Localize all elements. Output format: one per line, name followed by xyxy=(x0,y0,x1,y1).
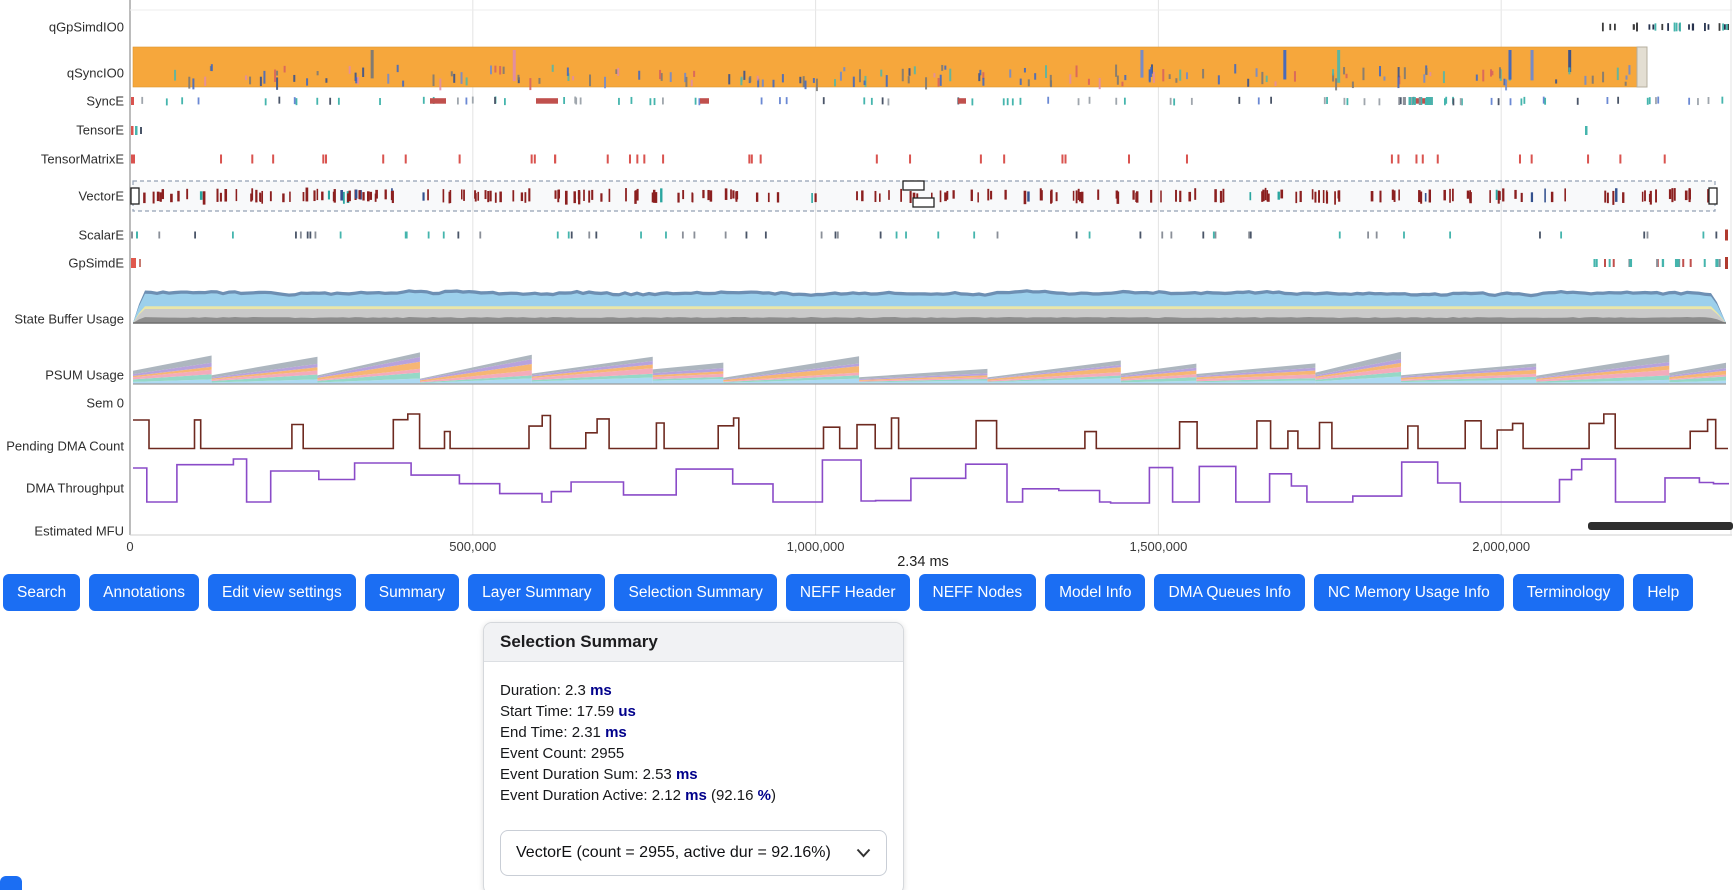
trace-psum-usage xyxy=(133,352,1726,384)
stat-text: Event Duration Sum: 2.53 xyxy=(500,766,676,783)
row-label-scalare: ScalarE xyxy=(78,228,124,243)
toolbar-button-model-info[interactable]: Model Info xyxy=(1045,574,1145,611)
stat-unit: % xyxy=(758,787,771,804)
toolbar-button-dma-queues-info[interactable]: DMA Queues Info xyxy=(1154,574,1304,611)
partial-button[interactable] xyxy=(0,876,22,890)
stat-text: Start Time: 17.59 xyxy=(500,703,618,720)
toolbar-button-summary[interactable]: Summary xyxy=(365,574,459,611)
summary-stat: Event Duration Active: 2.12 ms (92.16 %) xyxy=(500,785,887,806)
trace-tensormatrixe xyxy=(131,155,1666,164)
trace-vectore xyxy=(131,181,1717,211)
row-labels: qGpSimdIO0 qSyncIO0 SyncE TensorE TensorMatr… xyxy=(6,20,124,539)
stat-unit: ms xyxy=(685,787,707,804)
panel-title: Selection Summary xyxy=(484,623,903,662)
toolbar-button-annotations[interactable]: Annotations xyxy=(89,574,199,611)
row-label-sem-0: Sem 0 xyxy=(86,396,124,411)
x-axis-tick-label: 500,000 xyxy=(449,539,496,554)
toolbar-button-search[interactable]: Search xyxy=(3,574,80,611)
duration-label: 2.34 ms xyxy=(897,554,949,570)
chevron-down-icon xyxy=(856,848,871,858)
engine-select-dropdown[interactable]: VectorE (count = 2955, active dur = 92.1… xyxy=(500,830,887,876)
toolbar-button-neff-nodes[interactable]: NEFF Nodes xyxy=(919,574,1037,611)
toolbar-button-help[interactable]: Help xyxy=(1633,574,1693,611)
summary-stats: Duration: 2.3 msStart Time: 17.59 usEnd … xyxy=(500,680,887,806)
timeline-svg[interactable]: 0 500,000 1,000,000 1,500,000 2,000,000 2.34 … xyxy=(0,0,1735,570)
toolbar: SearchAnnotationsEdit view settingsSumma… xyxy=(3,574,1693,611)
stat-text: End Time: 2.31 xyxy=(500,724,605,741)
stat-unit: ms xyxy=(590,682,612,699)
stat-unit: ms xyxy=(676,766,698,783)
stat-text: ) xyxy=(771,787,776,804)
stat-text: Duration: 2.3 xyxy=(500,682,590,699)
trace-qgpsimdio0 xyxy=(1602,23,1729,32)
stat-text: Event Duration Active: 2.12 xyxy=(500,787,685,804)
toolbar-button-selection-summary[interactable]: Selection Summary xyxy=(614,574,776,611)
selection-summary-panel: Selection Summary Duration: 2.3 msStart … xyxy=(483,622,904,890)
summary-stat: Event Duration Sum: 2.53 ms xyxy=(500,764,887,785)
toolbar-button-neff-header[interactable]: NEFF Header xyxy=(786,574,910,611)
row-label-psum-usage: PSUM Usage xyxy=(45,368,124,383)
profiler-app: 0 500,000 1,000,000 1,500,000 2,000,000 2.34 … xyxy=(0,0,1735,890)
row-label-synce: SyncE xyxy=(86,94,124,109)
row-label-qgpsimdio0: qGpSimdIO0 xyxy=(49,20,124,35)
x-axis-tick-label: 0 xyxy=(126,539,133,554)
trace-estimated-mfu xyxy=(1588,522,1733,530)
x-axis-tick-label: 1,000,000 xyxy=(787,539,845,554)
trace-synce xyxy=(131,97,1723,106)
toolbar-button-edit-view-settings[interactable]: Edit view settings xyxy=(208,574,356,611)
row-label-gpsimde: GpSimdE xyxy=(68,256,124,271)
row-label-vectore: VectorE xyxy=(78,189,124,204)
row-label-estimated-mfu: Estimated MFU xyxy=(34,524,124,539)
toolbar-button-nc-memory-usage-info[interactable]: NC Memory Usage Info xyxy=(1314,574,1504,611)
trace-gpsimde xyxy=(131,257,1728,269)
row-label-dma-throughput: DMA Throughput xyxy=(26,481,124,496)
stat-text: Event Count: 2955 xyxy=(500,745,624,762)
trace-dma-throughput xyxy=(133,459,1729,503)
trace-scalare xyxy=(131,230,1728,241)
row-label-tensore: TensorE xyxy=(76,123,124,138)
summary-stat: Event Count: 2955 xyxy=(500,743,887,764)
toolbar-button-terminology[interactable]: Terminology xyxy=(1513,574,1625,611)
summary-stat: End Time: 2.31 ms xyxy=(500,722,887,743)
timeline-chart[interactable]: 0 500,000 1,000,000 1,500,000 2,000,000 2.34 … xyxy=(0,0,1735,570)
engine-select-label: VectorE (count = 2955, active dur = 92.1… xyxy=(516,844,831,862)
row-label-state-buffer-usage: State Buffer Usage xyxy=(14,312,124,327)
stat-unit: us xyxy=(618,703,636,720)
summary-stat: Duration: 2.3 ms xyxy=(500,680,887,701)
row-label-qsyncio0: qSyncIO0 xyxy=(67,66,124,81)
trace-pending-dma-count xyxy=(133,414,1728,449)
trace-state-buffer-usage xyxy=(133,289,1726,323)
timeline-traces xyxy=(131,23,1733,530)
stat-unit: ms xyxy=(605,724,627,741)
stat-text: (92.16 xyxy=(707,787,758,804)
trace-qsyncio0 xyxy=(133,47,1647,91)
summary-stat: Start Time: 17.59 us xyxy=(500,701,887,722)
row-label-pending-dma-count: Pending DMA Count xyxy=(6,439,124,454)
x-axis-tick-label: 1,500,000 xyxy=(1129,539,1187,554)
trace-tensore xyxy=(131,126,1588,135)
x-axis-tick-label: 2,000,000 xyxy=(1472,539,1530,554)
toolbar-button-layer-summary[interactable]: Layer Summary xyxy=(468,574,605,611)
row-label-tensormatrixe: TensorMatrixE xyxy=(41,152,124,167)
panel-body: Duration: 2.3 msStart Time: 17.59 usEnd … xyxy=(484,662,903,890)
